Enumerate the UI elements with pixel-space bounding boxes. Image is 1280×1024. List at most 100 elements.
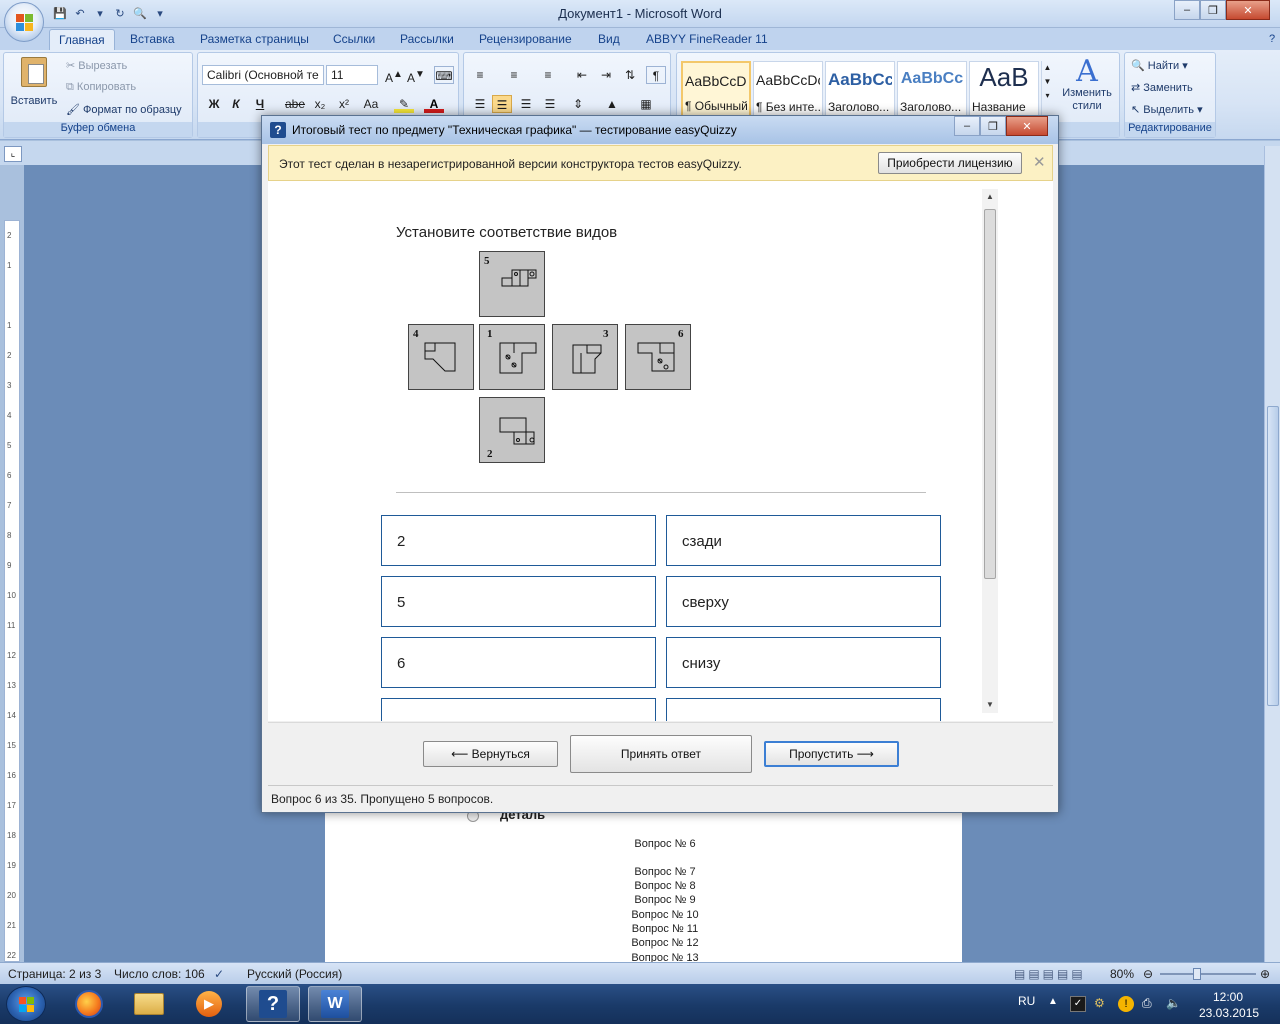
zoom-slider-thumb[interactable] bbox=[1193, 968, 1201, 980]
match-left-item-partial[interactable] bbox=[381, 698, 656, 721]
back-button[interactable]: ⟵ Вернуться bbox=[423, 741, 558, 767]
justify-icon[interactable]: ☰ bbox=[540, 95, 560, 113]
decrease-indent-icon[interactable]: ⇤ bbox=[572, 66, 592, 84]
tab-mailings[interactable]: Рассылки bbox=[400, 32, 454, 46]
language-indicator[interactable]: RU bbox=[1018, 994, 1035, 1008]
skip-button[interactable]: Пропустить ⟶ bbox=[764, 741, 899, 767]
close-button[interactable]: ✕ bbox=[1226, 0, 1270, 20]
find-button[interactable]: 🔍 Найти ▾ bbox=[1131, 59, 1188, 72]
maximize-button[interactable]: ❐ bbox=[1200, 0, 1226, 20]
match-right-item[interactable]: снизу bbox=[666, 637, 941, 688]
font-color-icon[interactable]: A bbox=[424, 95, 444, 113]
tab-abbyy[interactable]: ABBYY FineReader 11 bbox=[646, 32, 768, 46]
italic-button[interactable]: К bbox=[226, 95, 246, 113]
increase-indent-icon[interactable]: ⇥ bbox=[596, 66, 616, 84]
minimize-button[interactable]: – bbox=[1174, 0, 1200, 20]
shrink-font-icon[interactable]: A▼ bbox=[406, 66, 426, 85]
taskbar-easyquizzy[interactable]: ? bbox=[246, 986, 300, 1022]
accept-answer-button[interactable]: Принять ответ bbox=[570, 735, 752, 773]
match-right-item[interactable]: сверху bbox=[666, 576, 941, 627]
content-scrollbar-thumb[interactable] bbox=[984, 209, 996, 579]
align-right-icon[interactable]: ☰ bbox=[516, 95, 536, 113]
style-title[interactable]: AaB Название bbox=[969, 61, 1039, 117]
volume-icon[interactable]: 🔈 bbox=[1166, 996, 1181, 1010]
clear-format-icon[interactable]: ⌨ bbox=[434, 66, 454, 84]
show-marks-icon[interactable]: ¶ bbox=[646, 66, 666, 84]
scroll-down-icon[interactable]: ▼ bbox=[982, 697, 998, 713]
start-button[interactable] bbox=[6, 986, 46, 1022]
proofing-icon[interactable]: ✓ bbox=[214, 967, 224, 981]
change-styles-button[interactable]: A Изменить стили bbox=[1057, 57, 1117, 113]
document-scrollbar[interactable] bbox=[1264, 146, 1280, 962]
subscript-button[interactable]: x₂ bbox=[310, 95, 330, 113]
align-left-icon[interactable]: ☰ bbox=[470, 95, 490, 113]
match-left-item[interactable]: 5 bbox=[381, 576, 656, 627]
match-right-item[interactable]: сзади bbox=[666, 515, 941, 566]
taskbar-explorer[interactable] bbox=[122, 986, 176, 1022]
match-right-item-partial[interactable] bbox=[666, 698, 941, 721]
status-word-count[interactable]: Число слов: 106 bbox=[114, 967, 205, 981]
line-spacing-icon[interactable]: ⇕ bbox=[568, 95, 588, 113]
match-left-item[interactable]: 6 bbox=[381, 637, 656, 688]
minimize-button[interactable]: – bbox=[954, 116, 980, 136]
cut-button[interactable]: ✂ Вырезать bbox=[66, 59, 127, 72]
grow-font-icon[interactable]: A▲ bbox=[384, 66, 404, 85]
zoom-out-icon[interactable]: ⊖ bbox=[1143, 967, 1153, 981]
tab-page-layout[interactable]: Разметка страницы bbox=[200, 32, 309, 46]
view-buttons-icon[interactable]: ▤▤▤▤▤ bbox=[1014, 967, 1086, 981]
style-normal[interactable]: AaBbCcDc ¶ Обычный bbox=[681, 61, 751, 117]
change-case-button[interactable]: Aa bbox=[358, 95, 384, 113]
borders-icon[interactable]: ▦ bbox=[636, 95, 656, 113]
strikethrough-button[interactable]: abe bbox=[282, 95, 308, 113]
network-icon[interactable]: ⎙ bbox=[1142, 996, 1152, 1011]
underline-button[interactable]: Ч bbox=[250, 95, 270, 113]
show-hidden-icons[interactable]: ▲ bbox=[1048, 996, 1058, 1007]
style-heading2[interactable]: AaBbCc Заголово... bbox=[897, 61, 967, 117]
match-left-item[interactable]: 2 bbox=[381, 515, 656, 566]
taskbar-firefox[interactable] bbox=[62, 986, 116, 1022]
scrollbar-thumb[interactable] bbox=[1267, 406, 1279, 706]
superscript-button[interactable]: x² bbox=[334, 95, 354, 113]
close-icon[interactable]: ✕ bbox=[1033, 153, 1046, 171]
content-scrollbar[interactable]: ▲ ▼ bbox=[982, 189, 998, 713]
tab-insert[interactable]: Вставка bbox=[130, 32, 175, 46]
status-page[interactable]: Страница: 2 из 3 bbox=[8, 967, 101, 981]
bold-button[interactable]: Ж bbox=[204, 95, 224, 113]
style-no-spacing[interactable]: AaBbCcDc ¶ Без инте... bbox=[753, 61, 823, 117]
scroll-up-icon[interactable]: ▲ bbox=[982, 189, 998, 205]
bullets-icon[interactable]: ≡ bbox=[470, 66, 490, 84]
close-button[interactable]: ✕ bbox=[1006, 116, 1048, 136]
tray-app-icon[interactable]: ⚙ bbox=[1094, 996, 1105, 1010]
shading-icon[interactable]: ▲ bbox=[602, 95, 622, 113]
status-zoom[interactable]: 80% bbox=[1110, 967, 1134, 981]
taskbar-media-player[interactable]: ▶ bbox=[182, 986, 236, 1022]
sort-icon[interactable]: ⇅ bbox=[620, 66, 640, 84]
office-button[interactable] bbox=[4, 2, 44, 42]
align-center-icon[interactable]: ☰ bbox=[492, 95, 512, 113]
status-language[interactable]: Русский (Россия) bbox=[247, 967, 342, 981]
taskbar-word[interactable]: W bbox=[308, 986, 362, 1022]
zoom-slider[interactable] bbox=[1160, 973, 1256, 975]
font-size-combo[interactable]: 11 bbox=[326, 65, 378, 85]
replace-button[interactable]: ⇄ Заменить bbox=[1131, 81, 1193, 94]
maximize-button[interactable]: ❐ bbox=[980, 116, 1006, 136]
copy-button[interactable]: ⧉ Копировать bbox=[66, 81, 136, 94]
clock-date[interactable]: 23.03.2015 bbox=[1199, 1006, 1259, 1020]
style-heading1[interactable]: AaBbCс Заголово... bbox=[825, 61, 895, 117]
tab-home[interactable]: Главная bbox=[49, 29, 115, 51]
highlight-icon[interactable]: ✎ bbox=[394, 95, 414, 113]
help-icon[interactable]: ? bbox=[1262, 30, 1280, 48]
buy-license-button[interactable]: Приобрести лицензию bbox=[878, 152, 1022, 174]
info-icon[interactable]: ! bbox=[1118, 996, 1134, 1012]
tab-references[interactable]: Ссылки bbox=[333, 32, 375, 46]
numbering-icon[interactable]: ≡ bbox=[504, 66, 524, 84]
tab-selector-icon[interactable]: ⌞ bbox=[4, 146, 22, 162]
tab-review[interactable]: Рецензирование bbox=[479, 32, 572, 46]
format-painter-button[interactable]: 🖌 Формат по образцу bbox=[66, 103, 182, 116]
zoom-in-icon[interactable]: ⊕ bbox=[1260, 967, 1270, 981]
tab-view[interactable]: Вид bbox=[598, 32, 620, 46]
multilevel-list-icon[interactable]: ≡ bbox=[538, 66, 558, 84]
clock-time[interactable]: 12:00 bbox=[1213, 990, 1243, 1004]
font-name-combo[interactable]: Calibri (Основной те bbox=[202, 65, 324, 85]
styles-scroll-icon[interactable]: ▲ ▼ ▾ bbox=[1041, 61, 1053, 117]
